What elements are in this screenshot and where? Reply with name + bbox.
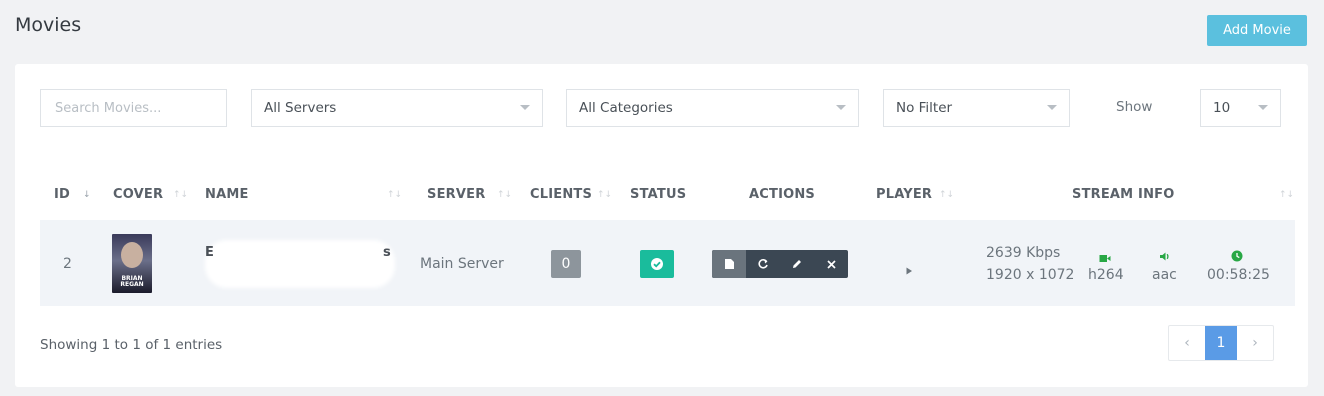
close-icon: [826, 259, 836, 269]
volume-icon: [1159, 247, 1171, 266]
filter-select[interactable]: No Filter: [883, 89, 1070, 127]
column-header-actions: ACTIONS: [749, 187, 816, 202]
pagination-next-button[interactable]: ›: [1237, 326, 1273, 360]
row-actions: [712, 250, 848, 278]
server-select-value: All Servers: [264, 100, 337, 116]
movie-name-start[interactable]: E: [205, 245, 214, 260]
edit-details-button[interactable]: [712, 250, 746, 278]
movie-cover-image[interactable]: BRIAN REGAN: [112, 234, 152, 293]
video-icon: [1099, 248, 1111, 267]
clients-count-badge[interactable]: 0: [551, 250, 581, 278]
pencil-icon: [793, 260, 801, 268]
pagination-prev-button[interactable]: ‹: [1169, 326, 1205, 360]
show-label: Show: [1116, 99, 1153, 115]
chevron-down-icon: [520, 105, 530, 110]
file-icon: [724, 259, 734, 269]
sort-icon[interactable]: ↓: [83, 191, 91, 200]
stream-duration: 00:58:25: [1207, 267, 1270, 283]
delete-button[interactable]: [814, 250, 848, 278]
restart-button[interactable]: [746, 250, 780, 278]
video-codec: h264: [1088, 267, 1124, 283]
status-ok-badge: [640, 250, 674, 278]
chevron-down-icon: [1047, 105, 1057, 110]
page-size-select[interactable]: 10: [1200, 89, 1281, 127]
column-header-server[interactable]: SERVER: [427, 187, 485, 202]
edit-button[interactable]: [780, 250, 814, 278]
category-select[interactable]: All Categories: [566, 89, 859, 127]
chevron-left-icon: ‹: [1184, 335, 1190, 351]
movie-server: Main Server: [420, 256, 504, 272]
filter-select-value: No Filter: [896, 100, 953, 116]
server-select[interactable]: All Servers: [251, 89, 543, 127]
row-id: 2: [63, 256, 72, 272]
sort-icon[interactable]: ↑↓: [497, 191, 512, 200]
chevron-down-icon: [1258, 105, 1268, 110]
entries-info: Showing 1 to 1 of 1 entries: [40, 337, 223, 353]
sort-icon[interactable]: ↑↓: [387, 191, 402, 200]
sort-icon[interactable]: ↑↓: [1279, 191, 1294, 200]
chevron-down-icon: [836, 105, 846, 110]
column-header-status: STATUS: [630, 187, 687, 202]
add-movie-button[interactable]: Add Movie: [1207, 15, 1307, 46]
cover-face: [121, 242, 143, 268]
stream-bitrate: 2639 Kbps: [986, 245, 1061, 261]
chevron-right-icon: ›: [1252, 335, 1258, 351]
name-redaction: [205, 240, 395, 288]
play-icon: [906, 267, 912, 275]
column-header-player[interactable]: PLAYER: [876, 187, 932, 202]
category-select-value: All Categories: [579, 100, 673, 116]
page-title: Movies: [15, 14, 82, 36]
column-header-stream-info: STREAM INFO: [1072, 187, 1175, 202]
check-circle-icon: [651, 258, 663, 270]
sort-icon[interactable]: ↑↓: [597, 191, 612, 200]
clock-icon: [1231, 247, 1243, 266]
column-header-clients[interactable]: CLIENTS: [530, 187, 592, 202]
audio-codec: aac: [1152, 267, 1177, 283]
sort-icon[interactable]: ↑↓: [939, 191, 954, 200]
cover-title-logo: BRIAN REGAN: [120, 275, 144, 288]
column-header-name[interactable]: NAME: [205, 187, 249, 202]
search-movies-input[interactable]: Search Movies...: [40, 89, 227, 127]
movie-name-end[interactable]: s: [383, 245, 391, 260]
sort-icon[interactable]: ↑↓: [173, 191, 188, 200]
stream-resolution: 1920 x 1072: [986, 267, 1075, 283]
pagination-page-button[interactable]: 1: [1205, 326, 1237, 360]
page-size-value: 10: [1213, 100, 1231, 116]
search-placeholder: Search Movies...: [55, 100, 162, 116]
pagination: ‹ 1 ›: [1168, 325, 1274, 361]
play-button[interactable]: [906, 260, 913, 279]
refresh-icon: [758, 259, 768, 269]
column-header-id[interactable]: ID: [54, 187, 70, 202]
column-header-cover[interactable]: COVER: [113, 187, 163, 202]
